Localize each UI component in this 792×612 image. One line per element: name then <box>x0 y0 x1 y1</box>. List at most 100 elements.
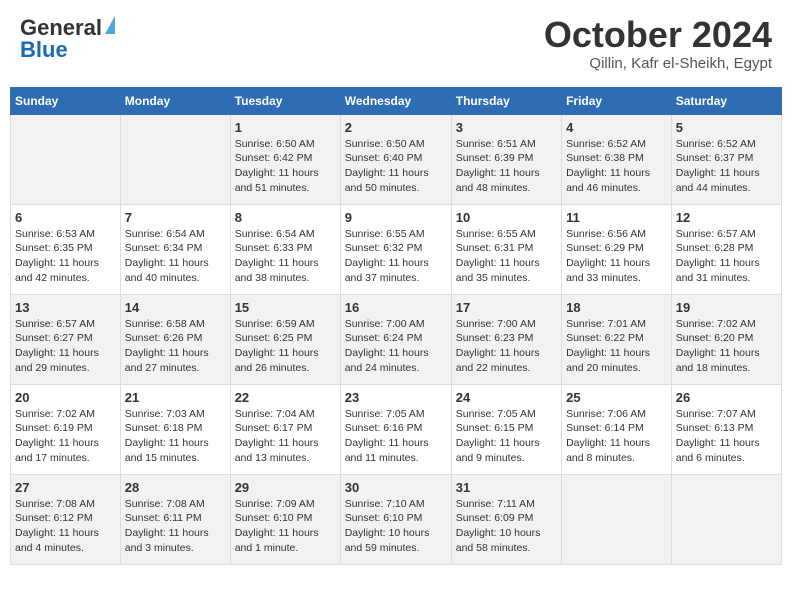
table-row: 12 Sunrise: 6:57 AMSunset: 6:28 PMDaylig… <box>671 204 781 294</box>
day-number: 4 <box>566 120 667 135</box>
table-row: 30 Sunrise: 7:10 AMSunset: 6:10 PMDaylig… <box>340 474 451 564</box>
table-row: 16 Sunrise: 7:00 AMSunset: 6:24 PMDaylig… <box>340 294 451 384</box>
table-row: 23 Sunrise: 7:05 AMSunset: 6:16 PMDaylig… <box>340 384 451 474</box>
day-info: Sunrise: 7:02 AMSunset: 6:19 PMDaylight:… <box>15 407 116 466</box>
location: Qillin, Kafr el-Sheikh, Egypt <box>544 55 772 72</box>
table-row: 19 Sunrise: 7:02 AMSunset: 6:20 PMDaylig… <box>671 294 781 384</box>
day-number: 18 <box>566 300 667 315</box>
day-info: Sunrise: 7:06 AMSunset: 6:14 PMDaylight:… <box>566 407 667 466</box>
table-row: 10 Sunrise: 6:55 AMSunset: 6:31 PMDaylig… <box>451 204 561 294</box>
table-row: 25 Sunrise: 7:06 AMSunset: 6:14 PMDaylig… <box>562 384 672 474</box>
day-info: Sunrise: 7:00 AMSunset: 6:24 PMDaylight:… <box>345 317 447 376</box>
day-number: 2 <box>345 120 447 135</box>
calendar-header-row: Sunday Monday Tuesday Wednesday Thursday… <box>11 87 782 114</box>
day-number: 26 <box>676 390 777 405</box>
day-number: 16 <box>345 300 447 315</box>
day-info: Sunrise: 6:53 AMSunset: 6:35 PMDaylight:… <box>15 227 116 286</box>
day-number: 14 <box>125 300 226 315</box>
header-tuesday: Tuesday <box>230 87 340 114</box>
day-number: 7 <box>125 210 226 225</box>
day-info: Sunrise: 6:51 AMSunset: 6:39 PMDaylight:… <box>456 137 557 196</box>
day-number: 19 <box>676 300 777 315</box>
day-number: 5 <box>676 120 777 135</box>
day-number: 30 <box>345 480 447 495</box>
logo-text-blue: Blue <box>20 37 68 63</box>
day-info: Sunrise: 6:59 AMSunset: 6:25 PMDaylight:… <box>235 317 336 376</box>
day-number: 11 <box>566 210 667 225</box>
logo: General Blue <box>20 15 115 63</box>
day-info: Sunrise: 7:05 AMSunset: 6:15 PMDaylight:… <box>456 407 557 466</box>
day-info: Sunrise: 6:54 AMSunset: 6:33 PMDaylight:… <box>235 227 336 286</box>
logo-triangle-icon <box>105 16 115 34</box>
day-number: 28 <box>125 480 226 495</box>
table-row: 21 Sunrise: 7:03 AMSunset: 6:18 PMDaylig… <box>120 384 230 474</box>
table-row <box>562 474 672 564</box>
day-number: 23 <box>345 390 447 405</box>
title-block: October 2024 Qillin, Kafr el-Sheikh, Egy… <box>544 15 772 72</box>
day-number: 6 <box>15 210 116 225</box>
day-info: Sunrise: 7:09 AMSunset: 6:10 PMDaylight:… <box>235 497 336 556</box>
table-row <box>120 114 230 204</box>
day-info: Sunrise: 7:07 AMSunset: 6:13 PMDaylight:… <box>676 407 777 466</box>
table-row: 18 Sunrise: 7:01 AMSunset: 6:22 PMDaylig… <box>562 294 672 384</box>
day-info: Sunrise: 7:00 AMSunset: 6:23 PMDaylight:… <box>456 317 557 376</box>
day-info: Sunrise: 7:11 AMSunset: 6:09 PMDaylight:… <box>456 497 557 556</box>
table-row: 13 Sunrise: 6:57 AMSunset: 6:27 PMDaylig… <box>11 294 121 384</box>
day-number: 8 <box>235 210 336 225</box>
table-row: 28 Sunrise: 7:08 AMSunset: 6:11 PMDaylig… <box>120 474 230 564</box>
table-row: 22 Sunrise: 7:04 AMSunset: 6:17 PMDaylig… <box>230 384 340 474</box>
header-saturday: Saturday <box>671 87 781 114</box>
table-row: 15 Sunrise: 6:59 AMSunset: 6:25 PMDaylig… <box>230 294 340 384</box>
table-row: 31 Sunrise: 7:11 AMSunset: 6:09 PMDaylig… <box>451 474 561 564</box>
table-row <box>11 114 121 204</box>
day-info: Sunrise: 7:01 AMSunset: 6:22 PMDaylight:… <box>566 317 667 376</box>
header-friday: Friday <box>562 87 672 114</box>
calendar-table: Sunday Monday Tuesday Wednesday Thursday… <box>10 87 782 565</box>
header-thursday: Thursday <box>451 87 561 114</box>
calendar-week-row: 13 Sunrise: 6:57 AMSunset: 6:27 PMDaylig… <box>11 294 782 384</box>
day-number: 29 <box>235 480 336 495</box>
table-row: 26 Sunrise: 7:07 AMSunset: 6:13 PMDaylig… <box>671 384 781 474</box>
day-info: Sunrise: 6:55 AMSunset: 6:31 PMDaylight:… <box>456 227 557 286</box>
day-info: Sunrise: 7:05 AMSunset: 6:16 PMDaylight:… <box>345 407 447 466</box>
table-row: 27 Sunrise: 7:08 AMSunset: 6:12 PMDaylig… <box>11 474 121 564</box>
day-info: Sunrise: 6:58 AMSunset: 6:26 PMDaylight:… <box>125 317 226 376</box>
table-row: 2 Sunrise: 6:50 AMSunset: 6:40 PMDayligh… <box>340 114 451 204</box>
day-number: 1 <box>235 120 336 135</box>
day-info: Sunrise: 7:10 AMSunset: 6:10 PMDaylight:… <box>345 497 447 556</box>
header-wednesday: Wednesday <box>340 87 451 114</box>
table-row: 6 Sunrise: 6:53 AMSunset: 6:35 PMDayligh… <box>11 204 121 294</box>
day-number: 15 <box>235 300 336 315</box>
table-row: 9 Sunrise: 6:55 AMSunset: 6:32 PMDayligh… <box>340 204 451 294</box>
day-number: 12 <box>676 210 777 225</box>
day-info: Sunrise: 7:04 AMSunset: 6:17 PMDaylight:… <box>235 407 336 466</box>
day-number: 24 <box>456 390 557 405</box>
header-monday: Monday <box>120 87 230 114</box>
table-row: 29 Sunrise: 7:09 AMSunset: 6:10 PMDaylig… <box>230 474 340 564</box>
day-number: 22 <box>235 390 336 405</box>
table-row: 7 Sunrise: 6:54 AMSunset: 6:34 PMDayligh… <box>120 204 230 294</box>
day-number: 31 <box>456 480 557 495</box>
day-number: 13 <box>15 300 116 315</box>
day-number: 20 <box>15 390 116 405</box>
day-info: Sunrise: 6:52 AMSunset: 6:37 PMDaylight:… <box>676 137 777 196</box>
day-info: Sunrise: 6:50 AMSunset: 6:40 PMDaylight:… <box>345 137 447 196</box>
day-info: Sunrise: 6:52 AMSunset: 6:38 PMDaylight:… <box>566 137 667 196</box>
calendar-week-row: 27 Sunrise: 7:08 AMSunset: 6:12 PMDaylig… <box>11 474 782 564</box>
day-number: 10 <box>456 210 557 225</box>
day-number: 17 <box>456 300 557 315</box>
day-number: 25 <box>566 390 667 405</box>
day-info: Sunrise: 6:57 AMSunset: 6:28 PMDaylight:… <box>676 227 777 286</box>
day-info: Sunrise: 7:02 AMSunset: 6:20 PMDaylight:… <box>676 317 777 376</box>
header-sunday: Sunday <box>11 87 121 114</box>
day-number: 3 <box>456 120 557 135</box>
calendar-week-row: 20 Sunrise: 7:02 AMSunset: 6:19 PMDaylig… <box>11 384 782 474</box>
table-row: 11 Sunrise: 6:56 AMSunset: 6:29 PMDaylig… <box>562 204 672 294</box>
page-header: General Blue October 2024 Qillin, Kafr e… <box>10 10 782 77</box>
table-row: 14 Sunrise: 6:58 AMSunset: 6:26 PMDaylig… <box>120 294 230 384</box>
table-row: 20 Sunrise: 7:02 AMSunset: 6:19 PMDaylig… <box>11 384 121 474</box>
table-row: 4 Sunrise: 6:52 AMSunset: 6:38 PMDayligh… <box>562 114 672 204</box>
day-info: Sunrise: 6:54 AMSunset: 6:34 PMDaylight:… <box>125 227 226 286</box>
month-title: October 2024 <box>544 15 772 55</box>
table-row: 1 Sunrise: 6:50 AMSunset: 6:42 PMDayligh… <box>230 114 340 204</box>
